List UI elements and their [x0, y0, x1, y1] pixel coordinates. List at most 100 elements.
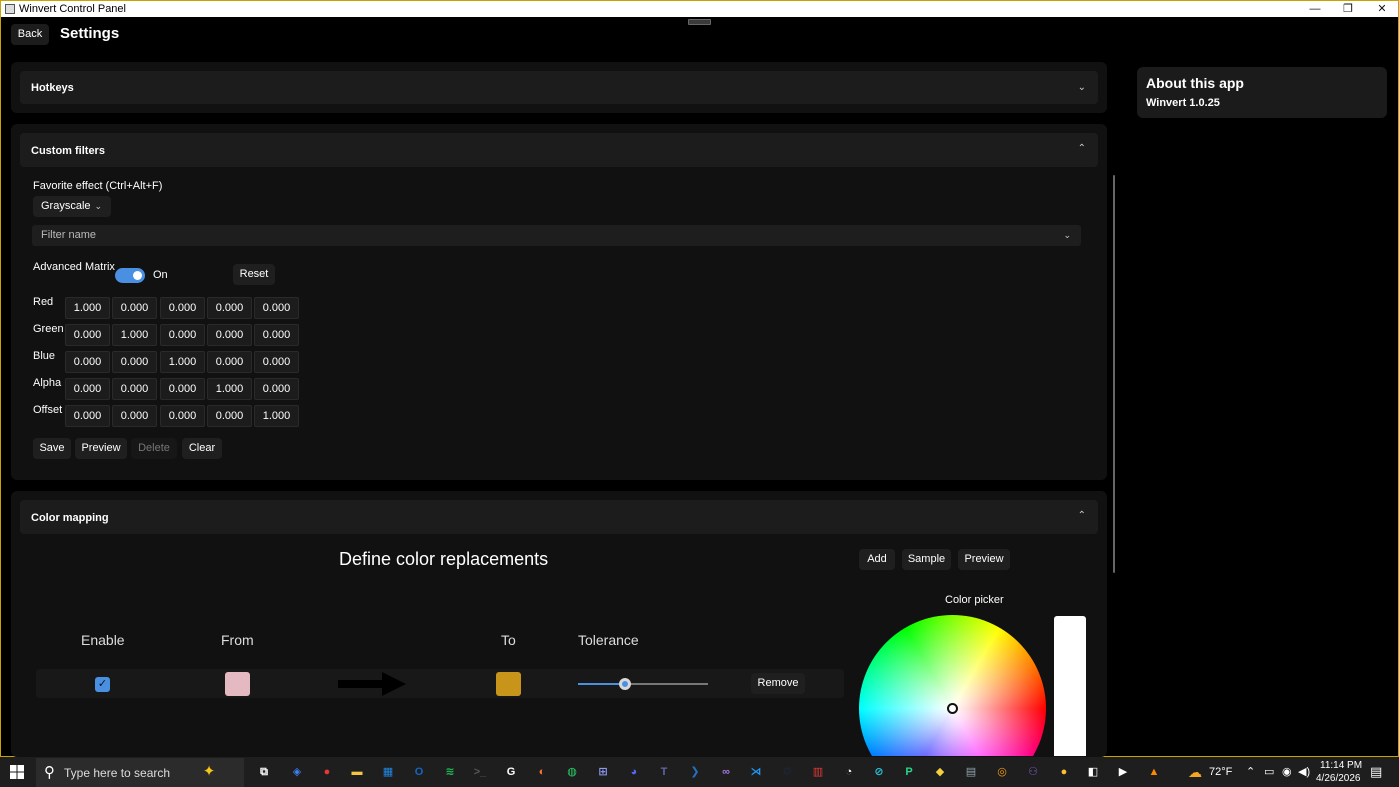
- matrix-cell[interactable]: 1.000: [254, 405, 299, 427]
- g-app-icon[interactable]: G: [502, 763, 520, 781]
- add-button[interactable]: Add: [859, 549, 895, 570]
- clock-time[interactable]: 11:14 PM: [1320, 760, 1362, 771]
- save-button[interactable]: Save: [33, 438, 71, 459]
- matrix-cell[interactable]: 0.000: [254, 297, 299, 319]
- matrix-cell[interactable]: 1.000: [112, 324, 157, 346]
- matrix-cell[interactable]: 0.000: [112, 405, 157, 427]
- advanced-matrix-toggle[interactable]: [115, 268, 145, 283]
- chevron-up-icon[interactable]: ⌃: [1246, 765, 1255, 778]
- network-icon[interactable]: ▭: [1264, 765, 1274, 778]
- whatsapp-icon[interactable]: ◍: [563, 763, 581, 781]
- hotkeys-header[interactable]: Hotkeys ⌄: [20, 71, 1098, 104]
- color-wheel-gradient: [859, 615, 1046, 756]
- reset-button[interactable]: Reset: [233, 264, 275, 285]
- weather-temp[interactable]: 72°F: [1209, 766, 1232, 778]
- vscode-icon[interactable]: ⋊: [747, 763, 765, 781]
- outlook-icon[interactable]: O: [410, 763, 428, 781]
- resolve-icon[interactable]: ◎: [993, 763, 1011, 781]
- penguin-icon[interactable]: ◔: [840, 763, 858, 781]
- brightness-slider[interactable]: [1054, 616, 1086, 756]
- matrix-cell[interactable]: 0.000: [160, 378, 205, 400]
- matrix-cell[interactable]: 0.000: [65, 324, 110, 346]
- windows-start-icon[interactable]: [10, 765, 24, 779]
- back-button[interactable]: Back: [11, 24, 49, 45]
- discord-icon[interactable]: ◕: [625, 763, 643, 781]
- winvert-icon[interactable]: ◧: [1084, 763, 1102, 781]
- git-icon[interactable]: ◆: [931, 763, 949, 781]
- firefox-icon[interactable]: ◐: [533, 763, 551, 781]
- file-explorer-icon[interactable]: ▬: [348, 763, 366, 781]
- matrix-cell[interactable]: 1.000: [207, 378, 252, 400]
- matrix-cell[interactable]: 0.000: [207, 297, 252, 319]
- close-icon[interactable]: ✕: [1366, 1, 1398, 17]
- arrow-right-icon: [338, 672, 406, 696]
- color-wheel[interactable]: [857, 614, 1049, 756]
- matrix-cell[interactable]: 0.000: [65, 378, 110, 400]
- matrix-cell[interactable]: 1.000: [160, 351, 205, 373]
- remove-button[interactable]: Remove: [751, 673, 805, 694]
- notifications-icon[interactable]: ▤: [1370, 764, 1382, 780]
- copilot-sparkle-icon[interactable]: ✦: [200, 763, 218, 781]
- filter-name-combobox[interactable]: Filter name ⌄: [32, 225, 1081, 246]
- matrix-cell[interactable]: 0.000: [207, 324, 252, 346]
- vlc-icon[interactable]: ▲: [1145, 763, 1163, 781]
- powershell-icon[interactable]: ❯: [686, 763, 704, 781]
- chrome-icon[interactable]: ●: [318, 763, 336, 781]
- matrix-cell[interactable]: 0.000: [254, 351, 299, 373]
- red-app-icon[interactable]: ▥: [809, 763, 827, 781]
- volume-icon[interactable]: ◀): [1298, 765, 1310, 778]
- tolerance-column-header: Tolerance: [578, 632, 639, 648]
- matrix-cell[interactable]: 0.000: [65, 351, 110, 373]
- mapping-preview-button[interactable]: Preview: [958, 549, 1010, 570]
- copilot-icon[interactable]: ◈: [288, 763, 306, 781]
- microphone-icon[interactable]: ◉: [1282, 765, 1292, 778]
- custom-filters-header[interactable]: Custom filters ⌃: [20, 133, 1098, 167]
- minimize-icon[interactable]: —: [1299, 1, 1331, 17]
- favorite-effect-dropdown[interactable]: Grayscale ⌄: [33, 196, 111, 217]
- preview-button[interactable]: Preview: [75, 438, 127, 459]
- people-icon[interactable]: ⚇: [1024, 763, 1042, 781]
- terminal-icon[interactable]: >_: [471, 763, 489, 781]
- color-mapping-header[interactable]: Color mapping ⌃: [20, 500, 1098, 534]
- steam-icon[interactable]: ⚙: [778, 763, 796, 781]
- chrome-alt-icon[interactable]: ●: [1055, 763, 1073, 781]
- from-column-header: From: [221, 632, 254, 648]
- spotify-icon[interactable]: ≋: [441, 763, 459, 781]
- matrix-cell[interactable]: 0.000: [65, 405, 110, 427]
- clock-date[interactable]: 4/26/2026: [1316, 773, 1361, 784]
- store-icon[interactable]: ▦: [379, 763, 397, 781]
- matrix-cell[interactable]: 0.000: [207, 351, 252, 373]
- network-tool-icon[interactable]: ⊞: [594, 763, 612, 781]
- media-player-icon[interactable]: ▶: [1114, 763, 1132, 781]
- clear-button[interactable]: Clear: [182, 438, 222, 459]
- task-view-icon[interactable]: ⧉: [255, 763, 273, 781]
- title-bar: Winvert Control Panel — ❐ ✕: [0, 0, 1399, 17]
- matrix-cell[interactable]: 0.000: [207, 405, 252, 427]
- pycharm-icon[interactable]: P: [900, 763, 918, 781]
- enable-column-header: Enable: [81, 632, 125, 648]
- visual-studio-icon[interactable]: ∞: [717, 763, 735, 781]
- link-app-icon[interactable]: ⊘: [870, 763, 888, 781]
- teams-icon[interactable]: T: [655, 763, 673, 781]
- matrix-cell[interactable]: 0.000: [254, 378, 299, 400]
- matrix-cell[interactable]: 0.000: [160, 324, 205, 346]
- vertical-scrollbar[interactable]: [1113, 175, 1115, 573]
- chevron-up-icon: ⌃: [1077, 143, 1086, 154]
- matrix-cell[interactable]: 0.000: [160, 405, 205, 427]
- drag-handle-icon[interactable]: [688, 19, 711, 25]
- weather-icon[interactable]: ☁: [1186, 763, 1204, 781]
- from-color-swatch[interactable]: [225, 672, 250, 696]
- matrix-cell[interactable]: 1.000: [65, 297, 110, 319]
- to-color-swatch[interactable]: [496, 672, 521, 696]
- matrix-cell[interactable]: 0.000: [160, 297, 205, 319]
- restore-icon[interactable]: ❐: [1332, 1, 1364, 17]
- matrix-cell[interactable]: 0.000: [112, 378, 157, 400]
- notepad-icon[interactable]: ▤: [962, 763, 980, 781]
- tolerance-slider-thumb[interactable]: [619, 678, 631, 690]
- color-wheel-cursor[interactable]: [947, 703, 958, 714]
- matrix-cell[interactable]: 0.000: [112, 351, 157, 373]
- enable-checkbox[interactable]: ✓: [95, 677, 110, 692]
- sample-button[interactable]: Sample: [902, 549, 951, 570]
- matrix-cell[interactable]: 0.000: [254, 324, 299, 346]
- matrix-cell[interactable]: 0.000: [112, 297, 157, 319]
